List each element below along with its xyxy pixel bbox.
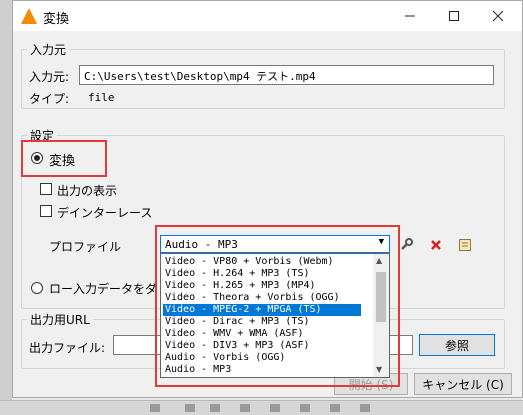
profile-dropdown-list: Video - VP80 + Vorbis (Webm) Video - H.2… <box>160 253 390 378</box>
show-output-label: 出力の表示 <box>57 184 118 198</box>
window-title: 変換 <box>43 12 70 27</box>
scroll-up-icon[interactable]: ▲ <box>376 256 382 265</box>
output-file-label: 出力ファイル: <box>29 341 106 355</box>
chevron-down-icon: ▼ <box>378 237 384 247</box>
new-profile-icon[interactable] <box>456 236 474 254</box>
profile-select[interactable]: Audio - MP3 ▼ <box>160 235 390 253</box>
delete-profile-icon[interactable] <box>427 236 445 254</box>
deinterlace-checkbox[interactable] <box>40 205 52 217</box>
raw-dump-label: ロー入力データをダ <box>49 282 158 296</box>
player-control-icon <box>270 404 280 412</box>
minimize-icon[interactable] <box>388 1 432 31</box>
player-control-icon <box>150 404 160 412</box>
convert-label: 変換 <box>49 154 76 169</box>
convert-radio[interactable] <box>31 152 43 164</box>
browse-button[interactable]: 参照 <box>419 334 495 356</box>
dropdown-scrollbar[interactable]: ▲ ▼ <box>373 254 389 377</box>
source-path-field[interactable]: C:\Users\test\Desktop\mp4 テスト.mp4 <box>79 65 494 85</box>
profile-option[interactable]: Video - DIV3 + MP3 (ASF) <box>163 340 361 352</box>
profile-option[interactable]: Audio - MP3 <box>163 364 361 376</box>
vlc-cone-icon <box>21 8 37 24</box>
source-group-title: 入力元 <box>27 41 70 58</box>
source-input-label: 入力元: <box>29 70 70 84</box>
cancel-button[interactable]: キャンセル (C) <box>414 373 512 395</box>
player-control-icon <box>185 404 195 412</box>
background-window-edge <box>0 0 12 414</box>
profile-option[interactable]: Video - Theora + Vorbis (OGG) <box>163 292 361 304</box>
output-group-title: 出力用URL <box>27 311 93 328</box>
profile-label: プロファイル <box>49 240 122 254</box>
maximize-icon[interactable] <box>432 1 476 31</box>
convert-dialog: 変換 入力元 入力元: C:\Users\test\Desktop\mp4 テス… <box>12 0 523 398</box>
profile-options: Video - VP80 + Vorbis (Webm) Video - H.2… <box>161 254 373 377</box>
profile-option[interactable]: Video - H.264 + MP3 (TS) <box>163 268 361 280</box>
profile-option[interactable]: Video - Dirac + MP3 (TS) <box>163 316 361 328</box>
player-control-icon <box>300 404 310 412</box>
type-value: file <box>88 91 115 104</box>
profile-option[interactable]: Video - VP80 + Vorbis (Webm) <box>163 256 361 268</box>
player-control-icon <box>240 404 250 412</box>
deinterlace-label: デインターレース <box>57 206 153 220</box>
profile-option[interactable]: Video - WMV + WMA (ASF) <box>163 328 361 340</box>
player-control-icon <box>360 404 370 412</box>
profile-option[interactable]: Audio - Vorbis (OGG) <box>163 352 361 364</box>
scrollbar-thumb[interactable] <box>376 272 386 322</box>
type-label: タイプ: <box>29 92 70 106</box>
player-control-icon <box>210 404 220 412</box>
profile-option[interactable]: Video - H.265 + MP3 (MP4) <box>163 280 361 292</box>
show-output-checkbox[interactable] <box>40 183 52 195</box>
profile-selected-value: Audio - MP3 <box>165 238 238 251</box>
player-control-icon <box>330 404 340 412</box>
scroll-down-icon[interactable]: ▼ <box>376 365 382 374</box>
close-icon[interactable] <box>476 1 520 31</box>
title-bar[interactable]: 変換 <box>13 1 522 31</box>
profile-option-highlighted[interactable]: Video - MPEG-2 + MPGA (TS) <box>163 304 361 316</box>
background-player-controls <box>0 400 523 415</box>
raw-dump-radio[interactable] <box>31 282 43 294</box>
